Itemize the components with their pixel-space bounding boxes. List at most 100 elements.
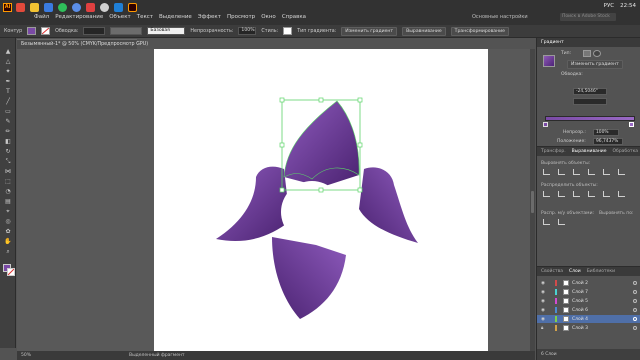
brush-field[interactable]: Базовая [147,27,186,35]
language-indicator[interactable]: РУС [604,3,615,9]
document-tab[interactable]: Безымянный-1* @ 50% (CMYK/Предпросмотр G… [17,39,148,49]
menu-window[interactable]: Окно [261,14,276,20]
gradient-stop-right[interactable] [629,122,634,127]
tab-align[interactable]: Выравнивание [572,149,607,154]
stroke-weight-field[interactable] [83,27,106,35]
browser-icon[interactable] [44,3,53,12]
gradient-panel-title[interactable]: Градиент [541,40,564,45]
app-icon[interactable] [114,3,123,12]
artboard[interactable] [154,49,488,351]
vertical-spacing-icon[interactable] [543,219,550,225]
vertical-scrollbar[interactable] [530,49,535,351]
gradient-angle-field[interactable]: -24,5046° [573,88,607,95]
scale-tool-icon[interactable]: ⤡ [4,158,12,165]
visibility-eye-icon[interactable]: ◉ [541,308,547,313]
eyedropper-tool-icon[interactable]: ⌖ [4,208,12,215]
align-left-icon[interactable] [543,169,550,175]
visibility-eye-icon[interactable]: ◉ [541,299,547,304]
chrome-icon[interactable] [100,3,109,12]
rotate-tool-icon[interactable]: ↻ [4,148,12,155]
free-transform-tool-icon[interactable]: ⬚ [4,178,12,185]
tab-layers[interactable]: Слои [569,269,581,274]
menu-view[interactable]: Просмотр [227,14,255,20]
scrollbar-thumb[interactable] [531,191,534,213]
distribute-top-icon[interactable] [543,191,550,197]
shape-builder-tool-icon[interactable]: ◔ [4,188,12,195]
align-center-icon[interactable] [558,169,565,175]
align-bottom-icon[interactable] [618,169,625,175]
gradient-preview-swatch[interactable] [543,55,555,67]
layer-row-selected[interactable]: ◉ Слой 4 [537,315,640,323]
distribute-right-icon[interactable] [618,191,625,197]
gradient-stop-left[interactable] [543,122,548,127]
direct-selection-tool-icon[interactable]: △ [4,58,12,65]
layer-row[interactable]: ◉ Слой 2 [537,279,640,287]
layer-name[interactable]: Слой 2 [572,281,588,286]
layer-name[interactable]: Слой 4 [572,317,588,322]
gradient-location-field[interactable]: 96,7437% [593,138,623,145]
menu-text[interactable]: Текст [137,14,153,20]
tab-transform[interactable]: Трансфор. [541,149,566,154]
tab-properties[interactable]: Свойства [541,269,563,274]
symbol-tool-icon[interactable]: ✿ [4,228,12,235]
telegram-icon[interactable] [72,3,81,12]
menu-edit[interactable]: Редактирование [55,14,103,20]
zoom-level[interactable]: 50% [21,353,31,358]
layer-target-icon[interactable] [633,281,637,285]
layer-row[interactable]: ◉ Слой 7 [537,288,640,296]
distribute-hcenter-icon[interactable] [603,191,610,197]
magic-wand-tool-icon[interactable]: ✦ [4,68,12,75]
rectangle-tool-icon[interactable]: ▭ [4,108,12,115]
menu-effect[interactable]: Эффект [198,14,221,20]
distribute-vcenter-icon[interactable] [558,191,565,197]
transform-button[interactable]: Трансформирование [450,26,509,36]
tab-pathfinder[interactable]: Обработка [613,149,639,154]
visibility-eye-icon[interactable]: ◉ [541,281,547,286]
tab-libraries[interactable]: Библиотеки [587,269,615,274]
radial-gradient-button[interactable] [593,50,601,57]
blend-tool-icon[interactable]: ◎ [4,218,12,225]
pen-tool-icon[interactable]: ✒ [4,78,12,85]
distribute-left-icon[interactable] [588,191,595,197]
layer-row[interactable]: 🔒︎ Слой 3 [537,324,640,332]
media-icon[interactable] [86,3,95,12]
layer-name[interactable]: Слой 6 [572,308,588,313]
gradient-slider[interactable] [545,116,635,121]
layer-target-icon[interactable] [633,317,637,321]
stroke-color-swatch[interactable] [7,268,15,276]
line-tool-icon[interactable]: ╱ [4,98,12,105]
layer-name[interactable]: Слой 3 [572,326,588,331]
menu-object[interactable]: Объект [109,14,131,20]
eraser-tool-icon[interactable]: ◧ [4,138,12,145]
edit-gradient-button[interactable]: Изменить градиент [341,26,398,36]
edit-gradient-panel-button[interactable]: Изменить градиент [567,60,623,69]
linear-gradient-button[interactable] [583,50,591,57]
pencil-tool-icon[interactable]: ✏ [4,128,12,135]
workspace-switcher[interactable]: Основные настройки [472,14,528,20]
gradient-tool-icon[interactable]: ▤ [4,198,12,205]
visibility-eye-icon[interactable]: ◉ [541,317,547,322]
layer-target-icon[interactable] [633,326,637,330]
layer-target-icon[interactable] [633,308,637,312]
gradient-aspect-field[interactable] [573,98,607,105]
folder-icon[interactable] [30,3,39,12]
distribute-bottom-icon[interactable] [573,191,580,197]
fill-swatch[interactable] [27,27,37,35]
visibility-eye-icon[interactable]: ◉ [541,290,547,295]
lock-icon[interactable]: 🔒︎ [541,325,547,331]
paintbrush-tool-icon[interactable]: ✎ [4,118,12,125]
align-right-icon[interactable] [573,169,580,175]
layer-row[interactable]: ◉ Слой 6 [537,306,640,314]
menu-select[interactable]: Выделение [159,14,192,20]
stock-search-input[interactable]: Поиск в Adobe Stock [560,13,616,21]
layer-target-icon[interactable] [633,299,637,303]
variable-width-field[interactable] [110,27,143,35]
layer-name[interactable]: Слой 7 [572,290,588,295]
illustrator-taskbar-icon[interactable] [128,3,137,12]
menu-file[interactable]: Файл [34,14,49,20]
zoom-tool-icon[interactable]: ⌕ [4,248,12,255]
style-swatch[interactable] [283,27,293,35]
stroke-swatch[interactable] [41,27,51,35]
type-tool-icon[interactable]: T [4,88,12,95]
gradient-opacity-field[interactable]: 100% [593,129,619,136]
